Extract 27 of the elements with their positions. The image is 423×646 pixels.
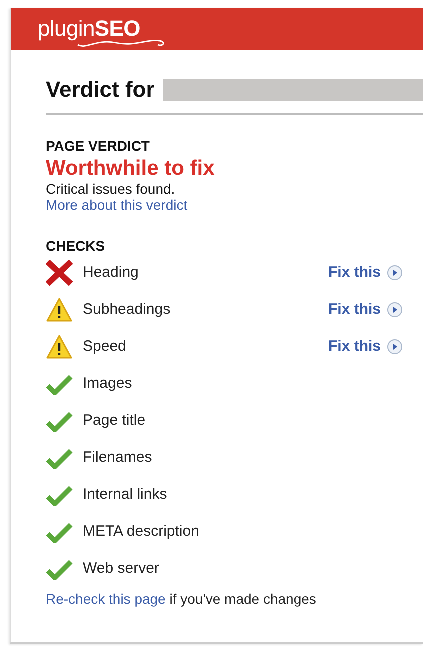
logo: pluginSEO: [38, 16, 140, 42]
play-icon: [387, 302, 403, 318]
section-heading: PAGE VERDICT: [46, 138, 151, 154]
warning-icon: [46, 334, 73, 360]
section-heading: CHECKS: [46, 238, 106, 254]
play-icon: [387, 338, 403, 354]
check-label: Subheadings: [83, 301, 172, 318]
check-label: Internal links: [83, 486, 168, 503]
fix-link[interactable]: Fix this: [328, 264, 403, 281]
check-label: Page title: [83, 412, 147, 429]
verdict-result: Worthwhile to fix: [46, 157, 216, 181]
recheck-link[interactable]: Re-check this page: [46, 591, 166, 607]
check-label: META description: [83, 523, 200, 540]
verdict-summary: Critical issues found.: [46, 181, 176, 197]
warning-icon: [46, 296, 73, 322]
cross-icon: [46, 260, 73, 286]
check-label: Web server: [83, 560, 160, 577]
recheck-note: Re-check this page if you've made changes: [46, 591, 318, 607]
check-label: Speed: [83, 338, 128, 355]
check-label: Heading: [83, 264, 140, 281]
check-label: Images: [83, 375, 134, 392]
fix-link[interactable]: Fix this: [328, 338, 403, 355]
page-title: Verdict for: [46, 77, 155, 103]
play-icon: [387, 264, 403, 280]
fix-link[interactable]: Fix this: [328, 301, 403, 318]
verdict-link[interactable]: More about this verdict: [46, 197, 188, 213]
check-label: Filenames: [83, 449, 154, 466]
